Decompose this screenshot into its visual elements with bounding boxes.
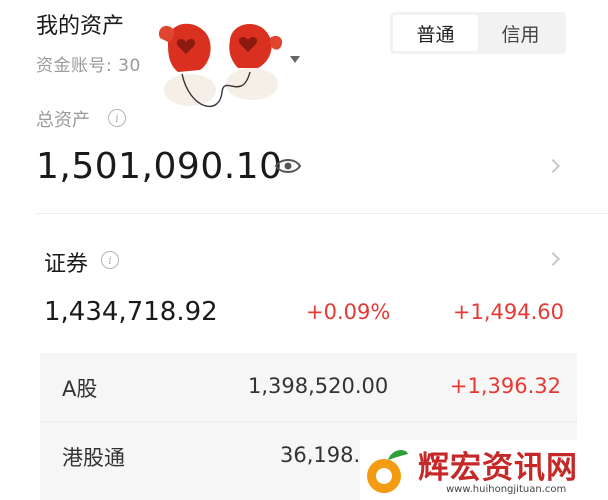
market-value: 36,198. <box>280 443 361 467</box>
tab-credit[interactable]: 信用 <box>478 15 563 51</box>
securities-profit-loss: +1,494.60 <box>452 300 564 324</box>
account-type-switch: 普通 信用 <box>390 12 566 54</box>
total-assets-value: 1,501,090.10 <box>36 146 283 187</box>
securities-change-pct: +0.09% <box>306 300 391 324</box>
watermark-brand: 辉宏资讯网 <box>418 450 578 486</box>
info-icon[interactable]: i <box>101 251 119 269</box>
asset-page: 我的资产 资金账号: 30 普通 信用 总资产 i 1,501,090.10 证… <box>0 0 608 500</box>
watermark-url: www.huihongjituan.com <box>446 484 567 495</box>
tab-normal[interactable]: 普通 <box>393 15 478 51</box>
securities-label: 证券 <box>44 252 89 277</box>
divider <box>36 213 608 214</box>
chevron-right-icon[interactable] <box>545 158 561 174</box>
eye-icon[interactable] <box>274 156 302 176</box>
chevron-right-icon[interactable] <box>545 251 561 267</box>
page-title: 我的资产 <box>36 14 125 39</box>
total-assets-label: 总资产 <box>36 110 90 131</box>
market-name: A股 <box>62 377 98 401</box>
account-number[interactable]: 资金账号: 30 <box>36 51 141 76</box>
watermark: 辉宏资讯网 www.huihongjituan.com <box>360 440 608 500</box>
orange-logo-icon <box>367 450 408 493</box>
market-value: 1,398,520.00 <box>248 374 389 398</box>
securities-value: 1,434,718.92 <box>44 297 218 327</box>
market-name: 港股通 <box>62 446 125 470</box>
info-icon[interactable]: i <box>108 109 126 127</box>
mittens-sticker <box>158 23 283 108</box>
market-profit-loss: +1,396.32 <box>449 374 561 398</box>
list-item[interactable]: A股 1,398,520.00 +1,396.32 <box>40 353 577 421</box>
